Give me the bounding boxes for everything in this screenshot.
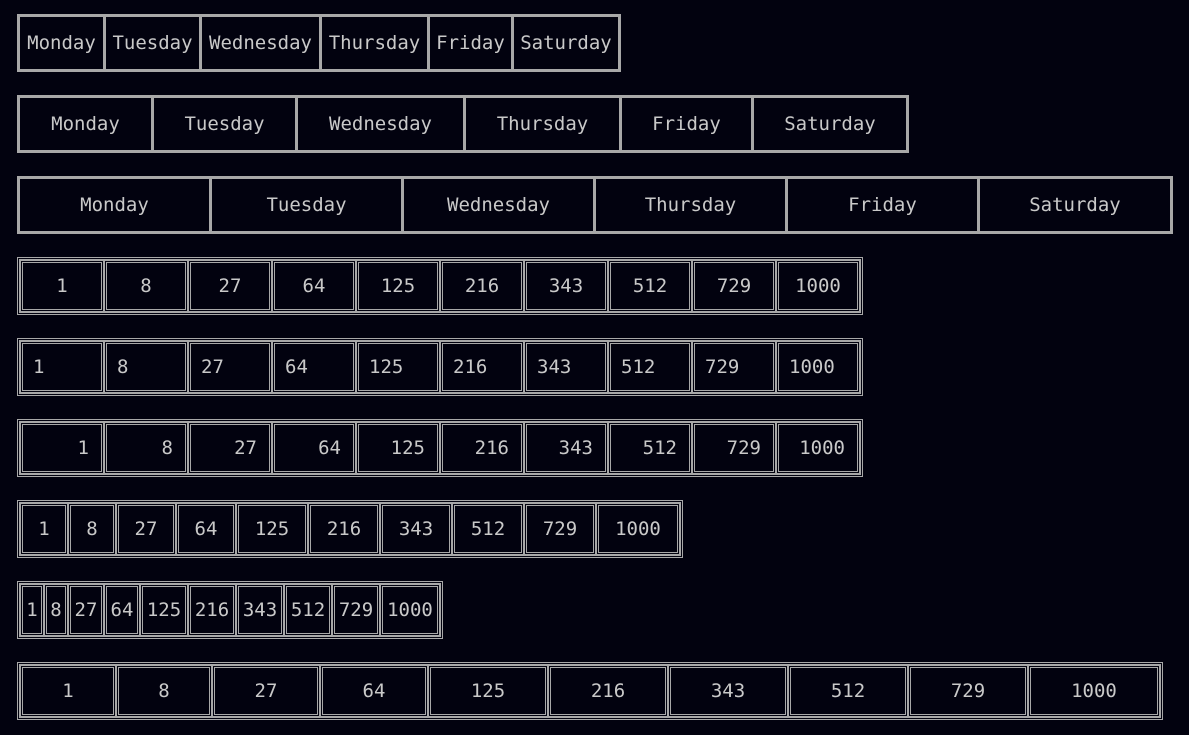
cube-cell: 729	[692, 341, 776, 393]
cube-cell: 216	[308, 503, 380, 555]
cube-table-auto: 1 8 27 64 125 216 343 512 729 1000	[17, 500, 683, 558]
cube-cell: 27	[188, 422, 272, 474]
cube-cell: 1000	[776, 341, 860, 393]
cube-table-left: 1 8 27 64 125 216 343 512 729 1000	[17, 338, 863, 396]
cube-cell: 1000	[776, 260, 860, 312]
cube-cell: 8	[68, 503, 116, 555]
cube-cell: 125	[356, 422, 440, 474]
cube-cell: 216	[440, 422, 524, 474]
cube-cell: 216	[440, 341, 524, 393]
cube-cell: 64	[272, 422, 356, 474]
cube-cell: 64	[104, 584, 140, 636]
weekday-cell: Monday	[20, 17, 106, 69]
cube-cell: 729	[332, 584, 380, 636]
cube-cell: 64	[272, 260, 356, 312]
cube-cell: 216	[440, 260, 524, 312]
weekday-cell: Friday	[622, 98, 754, 150]
cube-cell: 729	[524, 503, 596, 555]
cube-cell: 343	[524, 341, 608, 393]
cube-cell: 125	[140, 584, 188, 636]
cube-cell: 343	[524, 422, 608, 474]
cube-cell: 512	[788, 665, 908, 717]
cube-cell: 8	[44, 584, 68, 636]
cube-cell: 512	[608, 422, 692, 474]
weekday-cell: Friday	[430, 17, 514, 69]
weekday-cell: Wednesday	[298, 98, 466, 150]
cube-cell: 1	[20, 341, 104, 393]
cube-table-right: 1 8 27 64 125 216 343 512 729 1000	[17, 419, 863, 477]
cube-cell: 1	[20, 260, 104, 312]
cube-cell: 512	[608, 260, 692, 312]
weekday-table-compact: Monday Tuesday Wednesday Thursday Friday…	[17, 14, 621, 72]
cube-cell: 27	[212, 665, 320, 717]
cube-cell: 1000	[596, 503, 680, 555]
cube-cell: 512	[608, 341, 692, 393]
cube-cell: 729	[692, 260, 776, 312]
weekday-cell: Wednesday	[202, 17, 322, 69]
cube-cell: 64	[320, 665, 428, 717]
cube-cell: 1000	[380, 584, 440, 636]
weekday-table-padded: Monday Tuesday Wednesday Thursday Friday…	[17, 95, 909, 153]
cube-cell: 729	[908, 665, 1028, 717]
weekday-cell: Tuesday	[154, 98, 298, 150]
cube-cell: 343	[524, 260, 608, 312]
cube-cell: 1	[20, 584, 44, 636]
cube-table-centered: 1 8 27 64 125 216 343 512 729 1000	[17, 257, 863, 315]
weekday-cell: Friday	[788, 179, 980, 231]
weekday-cell: Saturday	[1029, 194, 1121, 216]
weekday-cell: Tuesday	[106, 17, 202, 69]
cube-cell: 64	[176, 503, 236, 555]
cube-cell: 343	[380, 503, 452, 555]
weekday-cell: Saturday	[520, 32, 612, 54]
cube-cell: 8	[104, 260, 188, 312]
cube-cell: 512	[452, 503, 524, 555]
cube-cell: 1	[20, 422, 104, 474]
cube-cell: 1000	[776, 422, 860, 474]
cube-cell: 27	[68, 584, 104, 636]
cube-cell: 125	[428, 665, 548, 717]
cube-cell: 343	[668, 665, 788, 717]
cube-cell: 27	[188, 341, 272, 393]
cube-cell: 1000	[1028, 665, 1160, 717]
weekday-cell: Thursday	[322, 17, 430, 69]
cube-cell: 512	[284, 584, 332, 636]
cube-cell: 64	[272, 341, 356, 393]
weekday-cell: Monday	[20, 98, 154, 150]
cube-cell: 8	[104, 341, 188, 393]
cube-cell: 125	[236, 503, 308, 555]
cube-table-tight: 1 8 27 64 125 216 343 512 729 1000	[17, 581, 443, 639]
cube-cell: 125	[356, 260, 440, 312]
weekday-cell: Saturday	[784, 113, 876, 135]
cube-table-full: 1 8 27 64 125 216 343 512 729 1000	[17, 662, 1163, 720]
weekday-cell: Tuesday	[212, 179, 404, 231]
cube-cell: 216	[188, 584, 236, 636]
cube-cell: 729	[692, 422, 776, 474]
weekday-cell: Thursday	[466, 98, 622, 150]
cube-cell: 8	[116, 665, 212, 717]
weekday-cell: Thursday	[596, 179, 788, 231]
cube-cell: 216	[548, 665, 668, 717]
cube-cell: 27	[116, 503, 176, 555]
cube-cell: 8	[104, 422, 188, 474]
weekday-table-full: Monday Tuesday Wednesday Thursday Friday…	[17, 176, 1173, 234]
cube-cell: 1	[20, 503, 68, 555]
weekday-cell: Monday	[20, 179, 212, 231]
cube-cell: 27	[188, 260, 272, 312]
cube-cell: 1	[20, 665, 116, 717]
cube-cell: 343	[236, 584, 284, 636]
weekday-cell: Wednesday	[404, 179, 596, 231]
cube-cell: 125	[356, 341, 440, 393]
